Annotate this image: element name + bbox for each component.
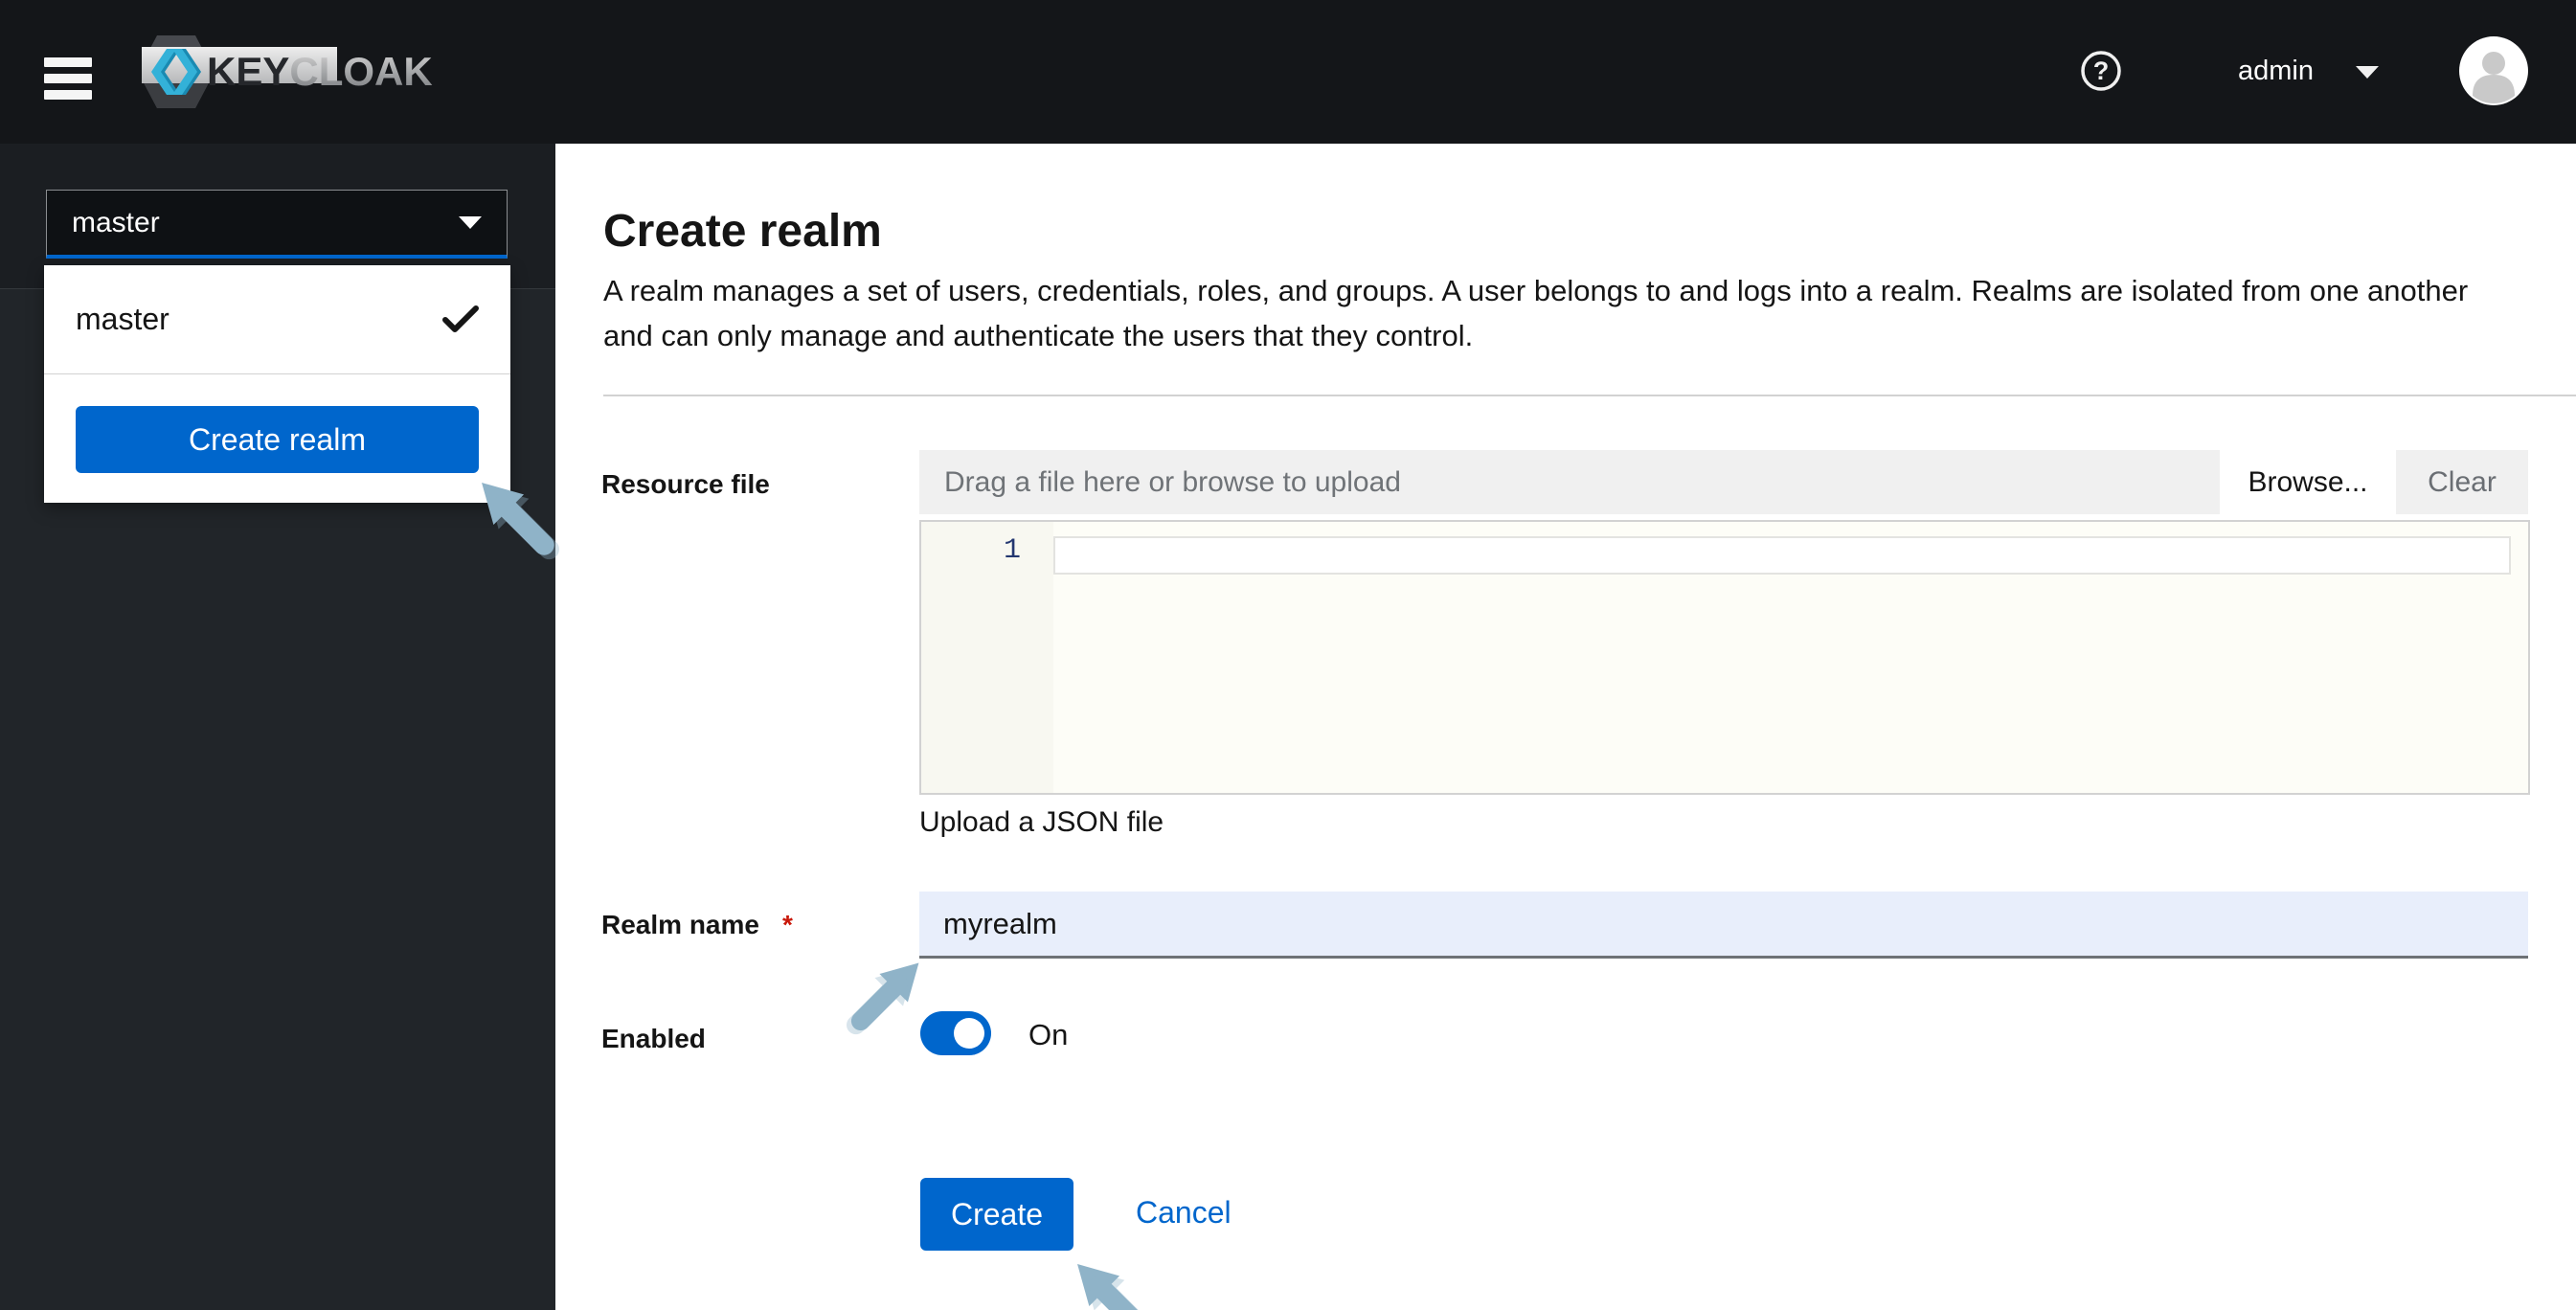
chevron-down-icon — [459, 216, 482, 229]
cancel-link[interactable]: Cancel — [1136, 1195, 1232, 1231]
editor-line-number: 1 — [921, 534, 1021, 567]
menu-divider — [44, 373, 510, 374]
page-description: A realm manages a set of users, credenti… — [603, 268, 2547, 358]
create-button[interactable]: Create — [920, 1178, 1073, 1251]
editor-active-line[interactable] — [1053, 536, 2511, 575]
keycloak-admin-console: KEYCLOAK ? admin master master Create re… — [0, 0, 2576, 1310]
user-menu-button[interactable]: admin — [2238, 54, 2314, 88]
realm-menu-item-master[interactable]: master — [44, 265, 510, 373]
json-code-editor[interactable]: 1 — [919, 520, 2530, 795]
clear-button[interactable]: Clear — [2396, 450, 2528, 514]
enabled-toggle[interactable] — [920, 1011, 991, 1055]
browse-button[interactable]: Browse... — [2220, 450, 2396, 514]
enabled-state-label: On — [1028, 1018, 1068, 1052]
resource-file-label: Resource file — [601, 469, 770, 500]
current-realm-label: master — [72, 207, 459, 239]
realm-selector-toggle[interactable]: master — [46, 190, 508, 259]
file-upload-dropzone[interactable]: Browse... Clear — [919, 450, 2528, 514]
help-icon[interactable]: ? — [2080, 50, 2122, 92]
section-divider — [603, 395, 2576, 396]
realm-name-input[interactable] — [919, 892, 2528, 956]
toggle-knob — [954, 1018, 984, 1049]
realm-selector-dropdown: master Create realm — [44, 265, 510, 503]
page-title: Create realm — [603, 205, 882, 258]
nav-toggle-hamburger-icon[interactable] — [44, 57, 92, 102]
masthead: KEYCLOAK ? admin — [0, 0, 2576, 144]
realm-name-field — [919, 892, 2528, 959]
brand-text: KEYCLOAK — [207, 49, 433, 94]
user-menu-caret-icon[interactable] — [2356, 66, 2379, 79]
main-content: Create realm A realm manages a set of us… — [555, 144, 2576, 1310]
enabled-label: Enabled — [601, 1024, 706, 1054]
realm-name-label: Realm name* — [601, 910, 793, 940]
keycloak-logo: KEYCLOAK — [142, 32, 458, 112]
svg-text:?: ? — [2093, 56, 2110, 85]
upload-helper-text: Upload a JSON file — [919, 806, 1164, 839]
check-icon — [442, 305, 479, 333]
required-asterisk: * — [782, 910, 793, 939]
avatar[interactable] — [2459, 36, 2528, 105]
file-upload-filename-input[interactable] — [919, 450, 2212, 514]
create-realm-menu-button[interactable]: Create realm — [76, 406, 479, 473]
